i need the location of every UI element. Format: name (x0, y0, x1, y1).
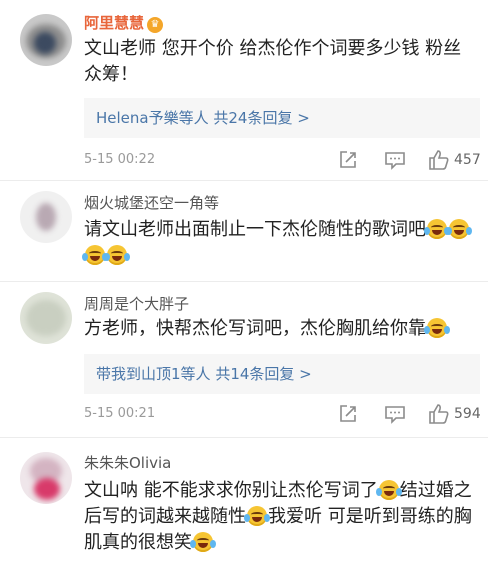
comment-icon[interactable] (384, 404, 406, 424)
thumbs-up-icon[interactable] (428, 149, 450, 171)
thumbs-up-icon[interactable] (428, 403, 450, 425)
laugh-cry-emoji (82, 245, 108, 265)
comment-text: 请文山老师出面制止一下杰伦随性的歌词吧 (82, 217, 476, 269)
comment-text: 文山呐 能不能求求你别让杰伦写词了 结过婚之后写的词越来越随性 我爱听 可是听到哥练… (84, 480, 472, 553)
like-count: 594 (454, 406, 481, 422)
avatar[interactable] (20, 452, 72, 504)
comment-icon[interactable] (384, 150, 406, 170)
laugh-cry-emoji (244, 506, 270, 526)
avatar[interactable] (20, 14, 72, 66)
comment-text: 文山老师 您开个价 给杰伦作个词要多少钱 粉丝众筹！ (84, 38, 462, 85)
vip-crown-icon: ♛ (147, 17, 164, 33)
comment-4: 朱朱朱Olivia 文山呐 能不能求求你别让杰伦写词了 结过婚之后写的词越来越随性… (0, 438, 488, 564)
laugh-cry-emoji (446, 219, 472, 239)
reply-user[interactable]: Helena予樂 (96, 109, 179, 127)
reply-count[interactable]: 等人 共24条回复 > (179, 109, 310, 127)
avatar[interactable] (20, 292, 72, 344)
timestamp: 5-15 00:21 (84, 406, 156, 421)
commenter-name[interactable]: 朱朱朱Olivia (84, 452, 171, 473)
comment-1: 阿里慧慧 ♛ 文山老师 您开个价 给杰伦作个词要多少钱 粉丝众筹！ Helena予… (0, 0, 488, 180)
laugh-cry-emoji (424, 318, 450, 338)
comment-3: 周周是个大胖子 方老师，快帮杰伦写词吧，杰伦胸肌给你靠 带我到山顶1等人 共14… (0, 282, 488, 437)
laugh-cry-emoji (424, 219, 450, 239)
reply-summary[interactable]: Helena予樂等人 共24条回复 > (84, 98, 480, 138)
avatar[interactable] (20, 191, 72, 243)
commenter-name[interactable]: 周周是个大胖子 (84, 293, 189, 314)
reply-summary[interactable]: 带我到山顶1等人 共14条回复 > (84, 354, 480, 394)
like-count: 457 (454, 152, 481, 168)
commenter-name[interactable]: 阿里慧慧 ♛ (84, 12, 164, 33)
laugh-cry-emoji (375, 480, 402, 500)
comment-2: 烟火城堡还空一角等 请文山老师出面制止一下杰伦随性的歌词吧 (0, 181, 488, 281)
laugh-cry-emoji (104, 245, 130, 265)
timestamp: 5-15 00:22 (84, 152, 156, 167)
share-icon[interactable] (338, 150, 358, 170)
share-icon[interactable] (338, 404, 358, 424)
laugh-cry-emoji (190, 532, 216, 552)
reply-user[interactable]: 带我到山顶1 (96, 365, 181, 383)
comment-text: 方老师，快帮杰伦写词吧，杰伦胸肌给你靠 (84, 316, 476, 342)
reply-count[interactable]: 等人 共14条回复 > (181, 365, 312, 383)
commenter-name[interactable]: 烟火城堡还空一角等 (84, 192, 219, 213)
